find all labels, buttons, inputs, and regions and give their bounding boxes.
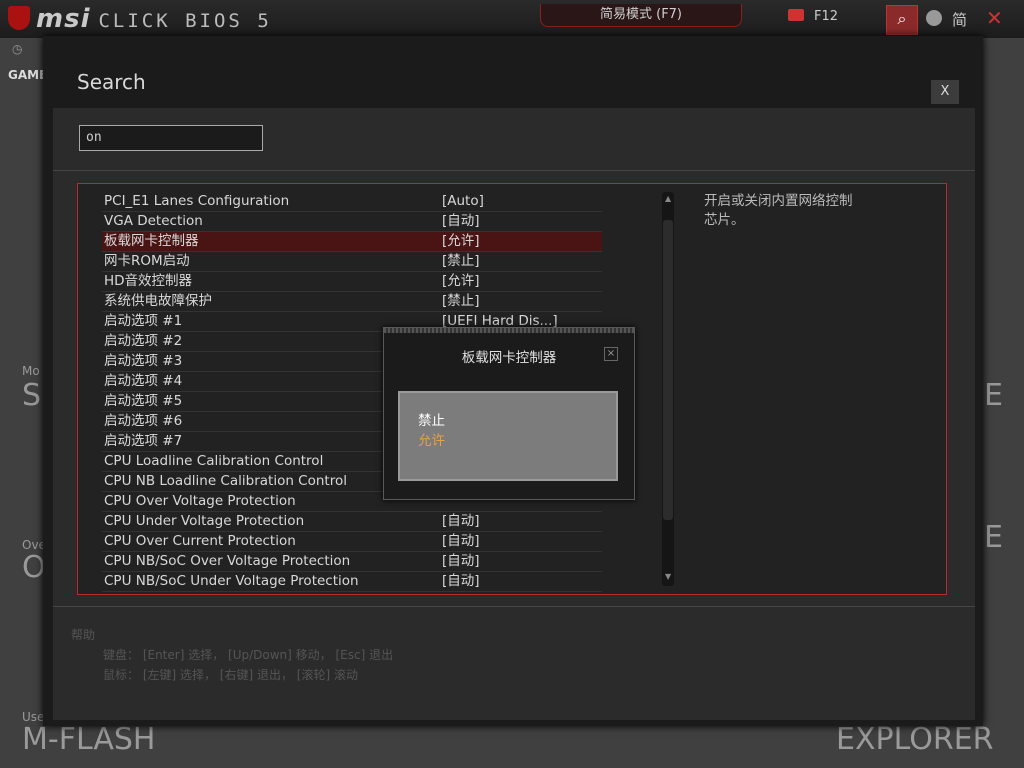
setting-name: CPU NB Loadline Calibration Control bbox=[104, 473, 347, 489]
setting-value: [允许] bbox=[442, 233, 480, 249]
result-row[interactable]: 网卡ROM启动 [禁止] bbox=[102, 252, 602, 272]
setting-name: 系统供电故障保护 bbox=[104, 293, 212, 309]
results-scrollbar[interactable] bbox=[662, 192, 674, 586]
top-bar: msi CLICK BIOS 5 简易模式 (F7) F12 ⌕ 简 ✕ bbox=[0, 0, 1024, 38]
option-disable[interactable]: 禁止 bbox=[418, 409, 445, 429]
setting-name: 启动选项 #3 bbox=[104, 353, 183, 369]
screenshot-key-label: F12 bbox=[814, 9, 839, 24]
popup-title: 板载网卡控制器 bbox=[461, 350, 557, 366]
search-input[interactable]: on bbox=[79, 125, 263, 151]
brand-name: msi bbox=[36, 4, 91, 34]
result-row[interactable]: CPU NB/SoC Under Voltage Protection [自动] bbox=[102, 572, 602, 592]
popup-grip[interactable] bbox=[384, 328, 634, 333]
setting-name: 启动选项 #4 bbox=[104, 373, 183, 389]
setting-value: [自动] bbox=[442, 513, 480, 529]
bg-label-mo: Mo bbox=[22, 364, 40, 378]
option-enable[interactable]: 允许 bbox=[418, 429, 445, 449]
dragon-shield-icon bbox=[8, 6, 30, 30]
msi-logo: msi CLICK BIOS 5 bbox=[8, 4, 272, 34]
setting-name: 启动选项 #1 bbox=[104, 313, 183, 329]
m-flash-tile[interactable]: M-FLASH bbox=[22, 722, 156, 757]
easy-mode-button[interactable]: 简易模式 (F7) bbox=[540, 4, 742, 27]
close-icon: ✕ bbox=[986, 6, 1003, 30]
setting-name: 启动选项 #2 bbox=[104, 333, 183, 349]
setting-name: 网卡ROM启动 bbox=[104, 253, 190, 269]
setting-name: HD音效控制器 bbox=[104, 273, 193, 289]
search-button[interactable]: ⌕ bbox=[886, 5, 918, 35]
screenshot-button[interactable]: F12 bbox=[788, 9, 838, 24]
setting-name: 启动选项 #6 bbox=[104, 413, 183, 429]
setting-value: [禁止] bbox=[442, 253, 480, 269]
result-row[interactable]: PCI_E1 Lanes Configuration [Auto] bbox=[102, 192, 602, 212]
explorer-tile[interactable]: EXPLORER bbox=[836, 722, 994, 757]
clock-icon: ◷ bbox=[12, 42, 23, 56]
scroll-down-icon[interactable]: ▼ bbox=[665, 572, 671, 581]
setting-value: [禁止] bbox=[442, 293, 480, 309]
dialog-title: Search bbox=[77, 70, 146, 94]
setting-value: [自动] bbox=[442, 533, 480, 549]
scrollbar-thumb[interactable] bbox=[663, 220, 673, 520]
result-row[interactable]: HD音效控制器 [允许] bbox=[102, 272, 602, 292]
bg-label-right-2: E bbox=[984, 520, 1003, 555]
setting-name: CPU NB/SoC Under Voltage Protection bbox=[104, 573, 359, 589]
setting-value: [Auto] bbox=[442, 193, 484, 209]
divider bbox=[53, 606, 975, 607]
setting-name: 启动选项 #5 bbox=[104, 393, 183, 409]
setting-value: [允许] bbox=[442, 273, 480, 289]
setting-name: CPU Under Voltage Protection bbox=[104, 513, 305, 529]
camera-icon bbox=[788, 9, 804, 21]
setting-name: 板载网卡控制器 bbox=[104, 233, 199, 249]
setting-name: CPU Over Current Protection bbox=[104, 533, 296, 549]
setting-name: 启动选项 #7 bbox=[104, 433, 183, 449]
setting-name: CPU Over Voltage Protection bbox=[104, 493, 296, 509]
dialog-close-button[interactable]: X bbox=[931, 80, 959, 104]
setting-name: CPU Loadline Calibration Control bbox=[104, 453, 324, 469]
setting-value: [自动] bbox=[442, 553, 480, 569]
divider bbox=[53, 170, 975, 171]
product-name: CLICK BIOS 5 bbox=[98, 10, 272, 32]
game-boost-label: GAME bbox=[8, 68, 48, 82]
help-keyboard: 键盘： [Enter] 选择， [Up/Down] 移动， [Esc] 退出 bbox=[103, 648, 394, 662]
result-row[interactable]: CPU Over Current Protection [自动] bbox=[102, 532, 602, 552]
item-description: 开启或关闭内置网络控制芯片。 bbox=[704, 193, 853, 228]
result-row[interactable]: CPU NB/SoC Over Voltage Protection [自动] bbox=[102, 552, 602, 572]
setting-name: PCI_E1 Lanes Configuration bbox=[104, 193, 290, 209]
globe-icon[interactable] bbox=[926, 10, 942, 26]
popup-close-button[interactable]: × bbox=[604, 347, 618, 361]
setting-value: [自动] bbox=[442, 573, 480, 589]
setting-name: CPU NB/SoC Over Voltage Protection bbox=[104, 553, 351, 569]
scroll-up-icon[interactable]: ▲ bbox=[665, 194, 671, 203]
search-icon: ⌕ bbox=[897, 9, 907, 28]
result-row[interactable]: VGA Detection [自动] bbox=[102, 212, 602, 232]
option-list: 禁止 允许 bbox=[398, 391, 618, 481]
setting-name: VGA Detection bbox=[104, 213, 203, 229]
setting-value: [自动] bbox=[442, 213, 480, 229]
result-row[interactable]: 系统供电故障保护 [禁止] bbox=[102, 292, 602, 312]
bg-label-right-1: E bbox=[984, 378, 1003, 413]
help-mouse: 鼠标： [左键] 选择， [右键] 退出， [滚轮] 滚动 bbox=[103, 668, 358, 682]
exit-button[interactable]: ✕ bbox=[986, 6, 1003, 30]
help-title: 帮助 bbox=[71, 628, 96, 642]
result-row[interactable]: CPU Under Voltage Protection [自动] bbox=[102, 512, 602, 532]
result-row[interactable]: 板载网卡控制器 [允许] bbox=[102, 232, 602, 252]
option-popup: 板载网卡控制器 × 禁止 允许 bbox=[383, 327, 635, 500]
language-button[interactable]: 简 bbox=[952, 9, 967, 30]
